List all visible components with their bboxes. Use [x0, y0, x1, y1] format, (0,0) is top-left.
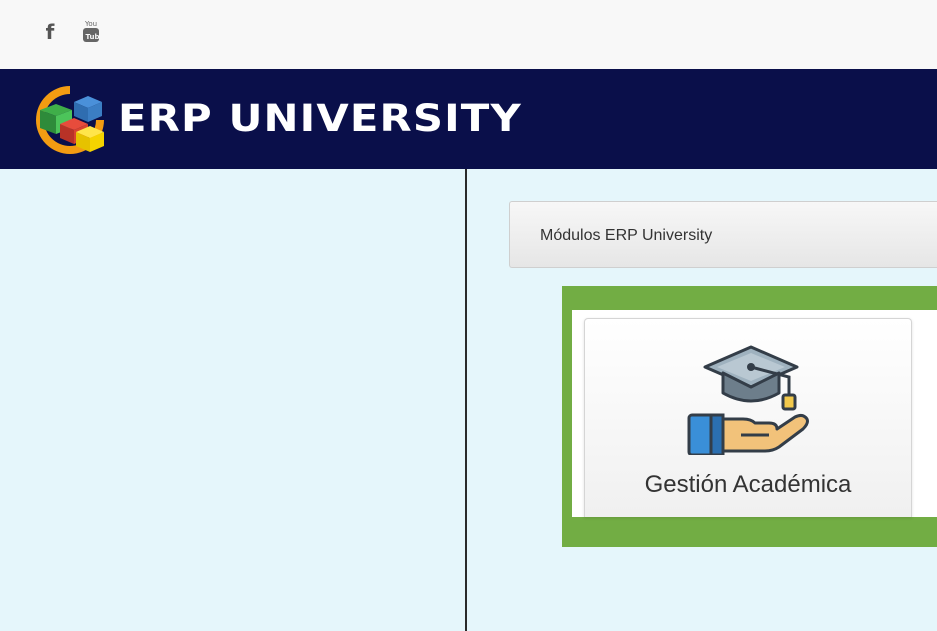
youtube-link[interactable]: You Tube: [74, 18, 108, 46]
svg-text:Tube: Tube: [86, 33, 105, 41]
facebook-link[interactable]: f: [40, 20, 60, 44]
module-card-gestion-academica[interactable]: Gestión Académica: [584, 318, 912, 517]
youtube-icon: You Tube: [83, 20, 105, 42]
svg-text:You: You: [84, 20, 97, 28]
module-label: Gestión Académica: [644, 471, 852, 498]
modules-title: Módulos ERP University: [540, 227, 713, 244]
modules-header-bar: Módulos ERP University: [509, 201, 937, 268]
brand-title[interactable]: ERP UNIVERSITY: [118, 96, 522, 142]
top-bar: f You Tube: [0, 0, 937, 69]
sidebar: [0, 169, 465, 631]
facebook-icon: f: [45, 20, 55, 44]
cubes-logo-icon[interactable]: [30, 82, 108, 154]
graduation-cap-hand-icon: [687, 345, 809, 455]
